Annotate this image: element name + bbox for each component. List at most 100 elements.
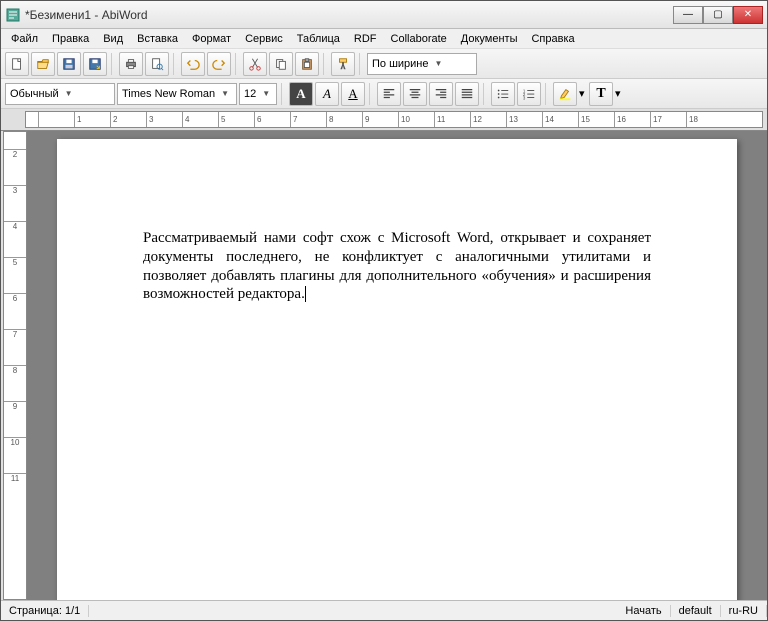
menu-view[interactable]: Вид [97,32,129,46]
alignment-combo[interactable]: По ширине ▼ [367,53,477,75]
status-insert-mode[interactable]: Начать [617,605,670,617]
style-combo[interactable]: Обычный ▼ [5,83,115,105]
horizontal-ruler[interactable]: -2 -1 1 2 3 4 5 6 7 8 9 10 11 12 13 14 1… [25,111,763,128]
close-button[interactable]: ✕ [733,6,763,24]
style-value: Обычный [10,88,59,100]
page[interactable]: Рассматриваемый нами софт схож с Microso… [57,139,737,600]
bullet-list-button[interactable] [491,82,515,106]
toolbar-separator [111,53,115,75]
title-bar: *Безимени1 - AbiWord — ▢ ✕ [1,1,767,29]
ruler-tick: 13 [506,112,542,127]
ruler-tick: 5 [4,257,26,293]
ruler-tick: 4 [182,112,218,127]
print-button[interactable] [119,52,143,76]
maximize-button[interactable]: ▢ [703,6,733,24]
menu-bar: Файл Правка Вид Вставка Формат Сервис Та… [1,29,767,49]
status-locale[interactable]: ru-RU [721,605,767,617]
menu-insert[interactable]: Вставка [131,32,184,46]
toolbar-separator [281,83,285,105]
ruler-tick: 8 [326,112,362,127]
dropdown-arrow[interactable]: ▾ [615,87,623,100]
standard-toolbar: По ширине ▼ [1,49,767,79]
font-color-button[interactable]: T [589,82,613,106]
menu-tools[interactable]: Сервис [239,32,289,46]
window-title: *Безимени1 - AbiWord [25,8,673,22]
ruler-tick: 10 [398,112,434,127]
toolbar-separator [483,83,487,105]
size-value: 12 [244,88,256,100]
ruler-tick: 10 [4,437,26,473]
undo-button[interactable] [181,52,205,76]
ruler-tick: -1 [25,112,38,127]
chevron-down-icon: ▼ [435,59,443,68]
bold-button[interactable]: А [289,82,313,106]
ruler-tick: 1 [4,131,26,149]
print-preview-button[interactable] [145,52,169,76]
ruler-tick: 11 [4,473,26,509]
menu-table[interactable]: Таблица [291,32,346,46]
chevron-down-icon: ▼ [221,89,229,98]
ruler-tick: 15 [578,112,614,127]
new-button[interactable] [5,52,29,76]
vertical-ruler[interactable]: 1 2 3 4 5 6 7 8 9 10 11 [3,131,27,600]
open-button[interactable] [31,52,55,76]
toolbar-separator [173,53,177,75]
saveas-button[interactable] [83,52,107,76]
align-right-button[interactable] [429,82,453,106]
font-value: Times New Roman [122,88,215,100]
ruler-tick: 7 [4,329,26,365]
window-controls: — ▢ ✕ [673,6,763,24]
dropdown-arrow[interactable]: ▾ [579,87,587,100]
alignment-value: По ширине [372,58,429,70]
ruler-tick: 9 [362,112,398,127]
work-area: 1 2 3 4 5 6 7 8 9 10 11 Рассматриваемый … [1,131,767,600]
ruler-tick: 16 [614,112,650,127]
align-center-button[interactable] [403,82,427,106]
ruler-tick: 14 [542,112,578,127]
save-button[interactable] [57,52,81,76]
ruler-tick: 2 [4,149,26,185]
align-left-button[interactable] [377,82,401,106]
minimize-button[interactable]: — [673,6,703,24]
menu-file[interactable]: Файл [5,32,44,46]
underline-button[interactable]: А [341,82,365,106]
italic-button[interactable]: А [315,82,339,106]
paste-button[interactable] [295,52,319,76]
ruler-tick: 4 [4,221,26,257]
highlight-color-button[interactable] [553,82,577,106]
menu-edit[interactable]: Правка [46,32,95,46]
app-icon [5,7,21,23]
format-painter-button[interactable] [331,52,355,76]
redo-button[interactable] [207,52,231,76]
menu-documents[interactable]: Документы [455,32,524,46]
cut-button[interactable] [243,52,267,76]
document-canvas[interactable]: Рассматриваемый нами софт схож с Microso… [27,131,767,600]
size-combo[interactable]: 12 ▼ [239,83,277,105]
menu-format[interactable]: Формат [186,32,237,46]
menu-rdf[interactable]: RDF [348,32,383,46]
ruler-tick: 12 [470,112,506,127]
ruler-tick: 5 [218,112,254,127]
toolbar-separator [369,83,373,105]
ruler-tick: 9 [4,401,26,437]
copy-button[interactable] [269,52,293,76]
menu-help[interactable]: Справка [525,32,580,46]
font-combo[interactable]: Times New Roman ▼ [117,83,237,105]
align-justify-button[interactable] [455,82,479,106]
ruler-tick: 3 [146,112,182,127]
menu-collaborate[interactable]: Collaborate [385,32,453,46]
chevron-down-icon: ▼ [262,89,270,98]
status-lang[interactable]: default [671,605,721,617]
ruler-tick: 2 [110,112,146,127]
ruler-tick [38,112,74,127]
ruler-tick: 1 [74,112,110,127]
number-list-button[interactable]: 123 [517,82,541,106]
ruler-tick: 6 [4,293,26,329]
status-page: Страница: 1/1 [1,605,89,617]
app-window: *Безимени1 - AbiWord — ▢ ✕ Файл Правка В… [0,0,768,621]
paragraph-text: Рассматриваемый нами софт схож с Microso… [143,230,651,302]
ruler-corner [1,109,25,130]
toolbar-separator [359,53,363,75]
ruler-tick: 18 [686,112,722,127]
ruler-tick: 17 [650,112,686,127]
